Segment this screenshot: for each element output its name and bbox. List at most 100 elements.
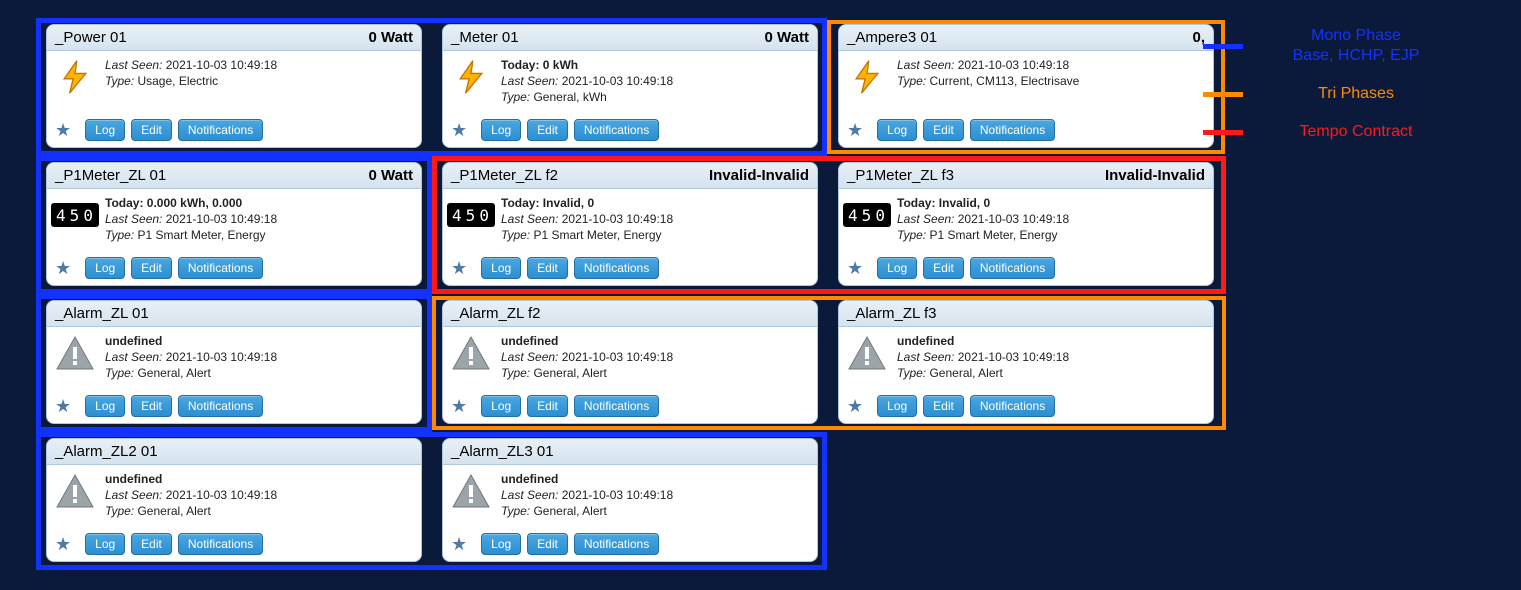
card-line1: Today: Invalid, 0: [501, 195, 673, 211]
notifications-button[interactable]: Notifications: [970, 119, 1055, 141]
favorite-star-icon[interactable]: ★: [55, 535, 71, 553]
log-button[interactable]: Log: [85, 257, 125, 279]
log-button[interactable]: Log: [85, 395, 125, 417]
notifications-button[interactable]: Notifications: [970, 395, 1055, 417]
card-info: undefinedLast Seen: 2021-10-03 10:49:18T…: [105, 471, 277, 520]
device-card: _Alarm_ZL f3 undefinedLast Seen: 2021-10-…: [828, 294, 1224, 432]
edit-button[interactable]: Edit: [527, 533, 568, 555]
notifications-button[interactable]: Notifications: [574, 395, 659, 417]
log-button[interactable]: Log: [85, 533, 125, 555]
log-button[interactable]: Log: [877, 395, 917, 417]
favorite-star-icon[interactable]: ★: [451, 259, 467, 277]
log-button[interactable]: Log: [481, 533, 521, 555]
legend-row: Tri Phases: [1203, 84, 1441, 104]
last-seen-value: 2021-10-03 10:49:18: [166, 488, 277, 502]
favorite-star-icon[interactable]: ★: [451, 535, 467, 553]
log-button[interactable]: Log: [481, 257, 521, 279]
edit-button[interactable]: Edit: [527, 257, 568, 279]
type-label: Type:: [897, 228, 926, 242]
edit-button[interactable]: Edit: [923, 395, 964, 417]
edit-button[interactable]: Edit: [131, 257, 172, 279]
device-card: _P1Meter_ZL 010 Watt450Today: 0.000 kWh,…: [36, 156, 432, 294]
last-seen-value: 2021-10-03 10:49:18: [166, 212, 277, 226]
card-header: _Alarm_ZL2 01: [47, 439, 421, 465]
device-card: _Alarm_ZL f2undefinedLast Seen: 2021-10-…: [432, 294, 828, 432]
card-info: Today: 0 kWhLast Seen: 2021-10-03 10:49:…: [501, 57, 673, 106]
log-button[interactable]: Log: [877, 119, 917, 141]
notifications-button[interactable]: Notifications: [574, 119, 659, 141]
odometer-icon: 450: [451, 195, 491, 235]
card-line1: undefined: [897, 333, 1069, 349]
card-title: _Alarm_ZL2 01: [55, 443, 158, 460]
log-button[interactable]: Log: [85, 119, 125, 141]
device-card: _P1Meter_ZL f3Invalid-Invalid450Today: I…: [828, 156, 1224, 294]
odometer-icon: 450: [847, 195, 887, 235]
favorite-star-icon[interactable]: ★: [55, 259, 71, 277]
alert-icon: [847, 333, 887, 373]
edit-button[interactable]: Edit: [923, 119, 964, 141]
favorite-star-icon[interactable]: ★: [847, 121, 863, 139]
notifications-button[interactable]: Notifications: [178, 119, 263, 141]
log-button[interactable]: Log: [481, 119, 521, 141]
type-label: Type:: [105, 74, 134, 88]
card-line1: Today: 0.000 kWh, 0.000: [105, 195, 277, 211]
log-button[interactable]: Log: [481, 395, 521, 417]
type-value: Current, CM113, Electrisave: [929, 74, 1079, 88]
notifications-button[interactable]: Notifications: [178, 533, 263, 555]
card-title: _Alarm_ZL 01: [55, 305, 149, 322]
card-line1: undefined: [501, 333, 673, 349]
edit-button[interactable]: Edit: [131, 533, 172, 555]
favorite-star-icon[interactable]: ★: [55, 121, 71, 139]
bolt-icon: [55, 57, 95, 97]
card-info: undefinedLast Seen: 2021-10-03 10:49:18T…: [105, 333, 277, 382]
device-card: _Alarm_ZL2 01 undefinedLast Seen: 2021-10…: [36, 432, 432, 570]
card-line1: undefined: [105, 333, 277, 349]
notifications-button[interactable]: Notifications: [574, 533, 659, 555]
card-header: _Power 010 Watt: [47, 25, 421, 51]
favorite-star-icon[interactable]: ★: [55, 397, 71, 415]
card-info: undefinedLast Seen: 2021-10-03 10:49:18T…: [501, 333, 673, 382]
type-value: General, kWh: [533, 90, 606, 104]
type-value: General, Alert: [929, 366, 1002, 380]
edit-button[interactable]: Edit: [923, 257, 964, 279]
card-info: Today: Invalid, 0Last Seen: 2021-10-03 1…: [897, 195, 1069, 244]
last-seen-label: Last Seen:: [105, 488, 162, 502]
card-title: _P1Meter_ZL f2: [451, 167, 558, 184]
notifications-button[interactable]: Notifications: [178, 257, 263, 279]
card-header: _P1Meter_ZL 010 Watt: [47, 163, 421, 189]
odometer-icon: 450: [843, 203, 891, 227]
card-value: Invalid-Invalid: [709, 167, 809, 184]
bolt-icon: [451, 57, 491, 97]
favorite-star-icon[interactable]: ★: [847, 397, 863, 415]
last-seen-value: 2021-10-03 10:49:18: [958, 350, 1069, 364]
edit-button[interactable]: Edit: [527, 395, 568, 417]
card-title: _P1Meter_ZL 01: [55, 167, 166, 184]
card-line1: Today: 0 kWh: [501, 57, 673, 73]
card-title: _Alarm_ZL f3: [847, 305, 936, 322]
edit-button[interactable]: Edit: [527, 119, 568, 141]
card-header: _Alarm_ZL 01: [47, 301, 421, 327]
favorite-star-icon[interactable]: ★: [847, 259, 863, 277]
last-seen-label: Last Seen:: [897, 350, 954, 364]
card-info: undefinedLast Seen: 2021-10-03 10:49:18T…: [501, 471, 673, 520]
edit-button[interactable]: Edit: [131, 395, 172, 417]
notifications-button[interactable]: Notifications: [178, 395, 263, 417]
notifications-button[interactable]: Notifications: [970, 257, 1055, 279]
card-header: _Alarm_ZL f3: [839, 301, 1213, 327]
favorite-star-icon[interactable]: ★: [451, 121, 467, 139]
alert-icon: [55, 333, 95, 373]
log-button[interactable]: Log: [877, 257, 917, 279]
edit-button[interactable]: Edit: [131, 119, 172, 141]
alert-icon: [451, 333, 491, 373]
card-title: _Ampere3 01: [847, 29, 937, 46]
card-header: _Alarm_ZL3 01: [443, 439, 817, 465]
alert-icon: [451, 471, 491, 511]
type-label: Type:: [105, 366, 134, 380]
card-header: _Ampere3 010,: [839, 25, 1213, 51]
favorite-star-icon[interactable]: ★: [451, 397, 467, 415]
notifications-button[interactable]: Notifications: [574, 257, 659, 279]
last-seen-label: Last Seen:: [501, 488, 558, 502]
legend-swatch: [1203, 130, 1243, 135]
type-label: Type:: [897, 366, 926, 380]
card-title: _Meter 01: [451, 29, 519, 46]
